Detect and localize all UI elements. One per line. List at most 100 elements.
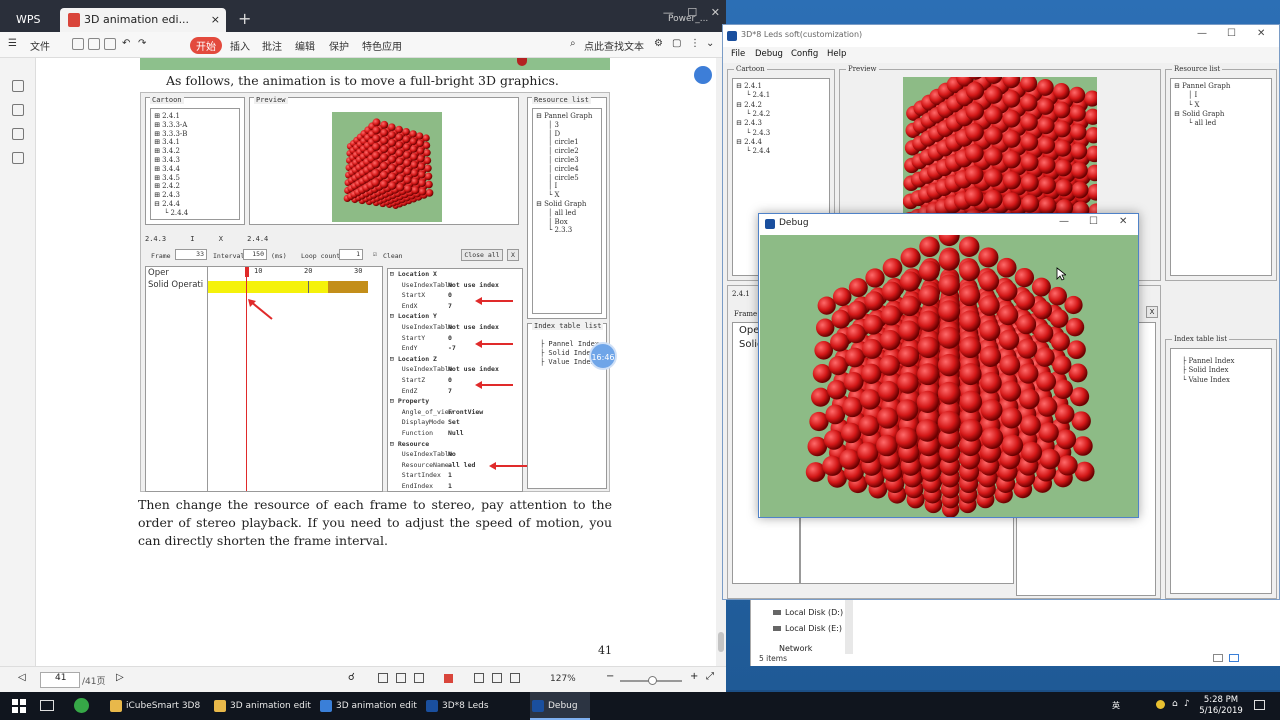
- menu-icon[interactable]: ☰: [8, 38, 17, 49]
- emb-resource-item[interactable]: ⊟ Pannel Graph: [536, 112, 592, 121]
- details-view-icon[interactable]: [1213, 654, 1223, 662]
- resource-tree-item[interactable]: ⊟ Pannel Graph: [1174, 82, 1230, 91]
- index-tree-item[interactable]: ├ Pannel Index: [1182, 357, 1234, 366]
- large-icons-view-icon[interactable]: [1229, 654, 1239, 662]
- annotation-list-icon[interactable]: [12, 152, 24, 164]
- close-icon[interactable]: ✕: [1119, 216, 1127, 227]
- cartoon-tree-item[interactable]: ⊟ 2.4.4: [736, 138, 762, 147]
- index-tree-item[interactable]: └ Value Index: [1182, 376, 1230, 385]
- menu-config[interactable]: Config: [791, 49, 818, 59]
- search-icon[interactable]: ⌕: [570, 38, 576, 49]
- explorer-scrollbar[interactable]: [845, 600, 853, 654]
- maximize-icon[interactable]: ☐: [1089, 216, 1098, 227]
- resource-tree-item[interactable]: │ I: [1188, 91, 1197, 100]
- close-icon[interactable]: ✕: [1257, 28, 1265, 39]
- cartoon-tree-item[interactable]: └ 2.4.3: [746, 129, 770, 138]
- close-tab-icon[interactable]: ×: [211, 8, 220, 32]
- emb-resource-item[interactable]: └ 2.3.3: [548, 226, 572, 235]
- more-icon[interactable]: ⋮: [690, 38, 700, 49]
- browser-icon[interactable]: [74, 698, 89, 713]
- resource-tree-item[interactable]: └ all led: [1188, 119, 1216, 128]
- emb-cartoon-item[interactable]: └ 2.4.4: [164, 209, 188, 218]
- next-page-icon[interactable]: ▷: [116, 672, 124, 683]
- menu-file[interactable]: File: [731, 49, 745, 59]
- taskbar-app[interactable]: iCubeSmart 3D8 DIY: [108, 692, 208, 720]
- tab-protect[interactable]: 保护: [329, 38, 349, 53]
- nav-local-disk-d[interactable]: Local Disk (D:): [785, 608, 843, 617]
- attachment-icon[interactable]: [12, 128, 24, 140]
- undo-icon[interactable]: ↶: [122, 38, 130, 49]
- task-view-icon[interactable]: [40, 700, 54, 711]
- close-x-button[interactable]: X: [1146, 306, 1158, 318]
- menu-debug[interactable]: Debug: [755, 49, 783, 59]
- fit-page-icon[interactable]: [492, 673, 502, 683]
- close-icon[interactable]: ✕: [711, 6, 720, 19]
- save-icon[interactable]: [88, 38, 100, 50]
- menu-help[interactable]: Help: [827, 49, 846, 59]
- cartoon-tree-item[interactable]: ⊟ 2.4.3: [736, 119, 762, 128]
- tab-wps-home[interactable]: WPS: [8, 8, 56, 32]
- tab-pdf-document[interactable]: 3D animation edi... instruction.pdf ×: [60, 8, 226, 50]
- index-tree-item[interactable]: ├ Solid Index: [1182, 366, 1228, 375]
- taskbar-app[interactable]: 3D*8 Leds soft(cust...: [424, 692, 526, 720]
- taskbar-app[interactable]: Debug: [530, 692, 590, 720]
- cartoon-tree-item[interactable]: └ 2.4.4: [746, 147, 770, 156]
- resource-tree-item[interactable]: └ X: [1188, 101, 1199, 110]
- minimize-icon[interactable]: —: [1059, 216, 1069, 227]
- minimize-icon[interactable]: —: [663, 6, 674, 19]
- redo-icon[interactable]: ↷: [138, 38, 146, 49]
- zoom-out-icon[interactable]: −: [606, 671, 614, 682]
- minimize-icon[interactable]: —: [1197, 28, 1207, 39]
- thumbnail-icon[interactable]: [12, 104, 24, 116]
- new-tab-button[interactable]: +: [230, 8, 251, 32]
- cartoon-tree-item[interactable]: ⊟ 2.4.1: [736, 82, 762, 91]
- taskbar-clock[interactable]: 5:28 PM 5/16/2019: [1196, 695, 1246, 717]
- tab-edit[interactable]: 编辑: [295, 38, 315, 53]
- index-tree[interactable]: ├ Pannel Index ├ Solid Index └ Value Index: [1170, 348, 1272, 594]
- tab-annotate[interactable]: 批注: [262, 38, 282, 53]
- scrollbar-thumb[interactable]: [718, 632, 724, 652]
- zoom-in-icon[interactable]: +: [690, 671, 698, 682]
- cartoon-tree-item[interactable]: ⊟ 2.4.2: [736, 101, 762, 110]
- resource-tree[interactable]: ⊟ Pannel Graph │ I └ X ⊟ Solid Graph └ all l…: [1170, 78, 1272, 276]
- tab-insert[interactable]: 插入: [230, 38, 250, 53]
- double-page-icon[interactable]: [396, 673, 406, 683]
- actual-size-icon[interactable]: [510, 673, 520, 683]
- play-icon[interactable]: [444, 674, 453, 683]
- tab-features[interactable]: 特色应用: [362, 38, 402, 53]
- nav-local-disk-e[interactable]: Local Disk (E:): [785, 624, 842, 633]
- zoom-level[interactable]: 127%: [550, 674, 576, 684]
- taskbar-app[interactable]: 3D animation edit s...: [212, 692, 314, 720]
- open-icon[interactable]: [72, 38, 84, 50]
- input-method-icon[interactable]: 英: [1112, 700, 1120, 711]
- chevron-down-icon[interactable]: ⌄: [706, 38, 714, 49]
- tab-start[interactable]: 开始: [190, 37, 222, 54]
- maximize-icon[interactable]: ☐: [687, 6, 697, 19]
- volume-icon[interactable]: ♪: [1184, 699, 1190, 709]
- zoom-slider-knob[interactable]: [648, 676, 657, 685]
- notification-icon[interactable]: [1254, 700, 1265, 710]
- fit-width-icon[interactable]: [474, 673, 484, 683]
- resource-tree-item[interactable]: ⊟ Solid Graph: [1174, 110, 1224, 119]
- windows-start-icon[interactable]: [12, 699, 26, 713]
- read-mode-icon[interactable]: ☌: [348, 672, 355, 683]
- maximize-icon[interactable]: ☐: [1227, 28, 1236, 39]
- bookmark-icon[interactable]: [12, 80, 24, 92]
- prev-page-icon[interactable]: ◁: [18, 672, 26, 683]
- side-tool-icon[interactable]: [694, 66, 712, 84]
- timeline-tab[interactable]: 2.4.1: [732, 290, 750, 298]
- debug-3d-canvas[interactable]: [760, 225, 1138, 518]
- page-number-input[interactable]: 41: [40, 672, 80, 688]
- search-text-box[interactable]: 点此查找文本: [584, 38, 644, 53]
- nav-network[interactable]: Network: [779, 644, 812, 653]
- comment-icon[interactable]: ▢: [672, 38, 681, 49]
- print-icon[interactable]: [104, 38, 116, 50]
- file-menu[interactable]: 文件: [30, 38, 50, 53]
- taskbar-app[interactable]: 3D animation edit t...: [318, 692, 420, 720]
- settings-icon[interactable]: ⚙: [654, 38, 663, 49]
- cartoon-tree-item[interactable]: └ 2.4.1: [746, 91, 770, 100]
- tray-app-icon[interactable]: [1156, 700, 1165, 709]
- floating-clock-badge[interactable]: 16:46: [589, 342, 617, 370]
- cartoon-tree-item[interactable]: └ 2.4.2: [746, 110, 770, 119]
- network-icon[interactable]: ⌂: [1172, 699, 1178, 709]
